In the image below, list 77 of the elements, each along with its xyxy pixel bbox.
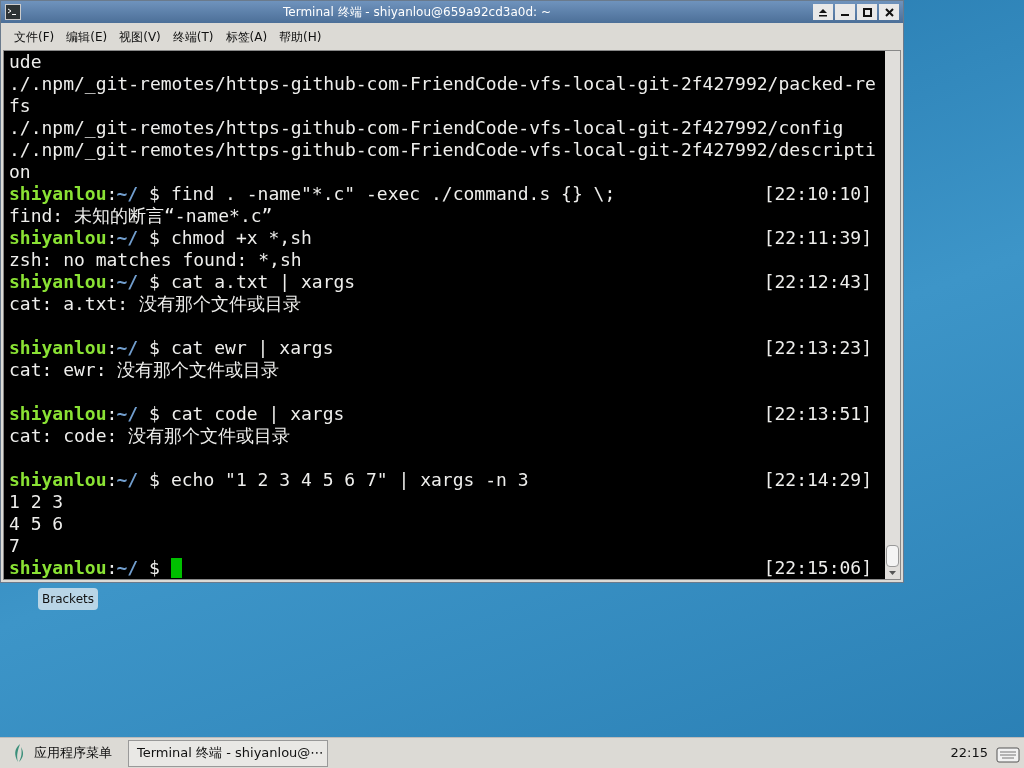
prompt-sign: $ xyxy=(149,337,160,359)
timestamp: [22:10:10] xyxy=(763,183,872,205)
command-text: chmod +x *,sh xyxy=(170,227,312,249)
maximize-icon xyxy=(862,7,872,17)
prompt-user: shiyanlou xyxy=(9,271,107,293)
output-line: fs xyxy=(9,95,31,117)
prompt-separator: : xyxy=(106,469,118,491)
output-line: cat: a.txt: 没有那个文件或目录 xyxy=(9,293,302,315)
prompt-separator: : xyxy=(106,271,118,293)
output-line: ./.npm/_git-remotes/https-github-com-FriendCode-vfs-local-git-2f427992/descripti xyxy=(9,139,876,161)
output-line: ude xyxy=(9,51,42,73)
prompt-path: ~/ xyxy=(116,469,139,491)
output-line: 7 xyxy=(9,535,20,557)
clock: 22:15 xyxy=(950,744,988,763)
timestamp: [22:14:29] xyxy=(763,469,872,491)
leaf-icon xyxy=(12,743,26,763)
timestamp: [22:13:51] xyxy=(763,403,872,425)
prompt-path: ~/ xyxy=(116,337,139,359)
prompt-sign: $ xyxy=(149,183,160,205)
close-icon xyxy=(884,7,894,17)
menu-item[interactable]: 文件(F) xyxy=(9,25,60,48)
output-line: find: 未知的断言“-name*.c” xyxy=(9,205,273,227)
minimize-button[interactable] xyxy=(835,4,855,20)
prompt-separator: : xyxy=(106,183,118,205)
command-text: cat code | xargs xyxy=(170,403,345,425)
prompt-separator: : xyxy=(106,557,118,579)
output-line: on xyxy=(9,161,31,183)
prompt-separator: : xyxy=(106,403,118,425)
menu-item[interactable]: 视图(V) xyxy=(114,25,166,48)
scroll-thumb[interactable] xyxy=(886,545,899,567)
menu-item[interactable]: 帮助(H) xyxy=(274,25,327,48)
prompt-separator: : xyxy=(106,337,118,359)
prompt-path: ~/ xyxy=(116,227,139,249)
prompt-user: shiyanlou xyxy=(9,183,107,205)
command-text: find . -name"*.c" -exec ./command.s {} \; xyxy=(170,183,616,205)
prompt-user: shiyanlou xyxy=(9,403,107,425)
timestamp: [22:15:06] xyxy=(763,557,872,579)
prompt-user: shiyanlou xyxy=(9,227,107,249)
output-line: 1 2 3 xyxy=(9,491,64,513)
prompt-path: ~/ xyxy=(116,557,139,579)
window-title: Terminal 终端 - shiyanlou@659a92cd3a0d: ~ xyxy=(282,4,552,21)
menu-item[interactable]: 标签(A) xyxy=(220,25,273,48)
command-text: echo "1 2 3 4 5 6 7" | xargs -n 3 xyxy=(170,469,529,491)
prompt-user: shiyanlou xyxy=(9,557,107,579)
prompt-sign: $ xyxy=(149,403,160,425)
prompt-path: ~/ xyxy=(116,271,139,293)
desktop-icon-label[interactable]: Brackets xyxy=(38,588,98,610)
taskbar-task-button[interactable]: Terminal 终端 - shiyanlou@⋯ xyxy=(128,739,328,767)
output-line: ./.npm/_git-remotes/https-github-com-FriendCode-vfs-local-git-2f427992/config xyxy=(9,117,844,139)
timestamp: [22:12:43] xyxy=(763,271,872,293)
prompt-sign: $ xyxy=(149,469,160,491)
output-line: ./.npm/_git-remotes/https-github-com-FriendCode-vfs-local-git-2f427992/packed-re xyxy=(9,73,876,95)
maximize-button[interactable] xyxy=(857,4,877,20)
command-text: cat a.txt | xargs xyxy=(170,271,356,293)
prompt-path: ~/ xyxy=(116,403,139,425)
scrollbar[interactable] xyxy=(885,51,900,579)
shade-button[interactable] xyxy=(813,4,833,20)
output-line: 4 5 6 xyxy=(9,513,64,535)
output-line: cat: ewr: 没有那个文件或目录 xyxy=(9,359,280,381)
output-line: cat: code: 没有那个文件或目录 xyxy=(9,425,291,447)
shade-icon xyxy=(818,7,828,17)
output-line: zsh: no matches found: *,sh xyxy=(9,249,302,271)
close-button[interactable] xyxy=(879,4,899,20)
menu-item[interactable]: 编辑(E) xyxy=(61,25,113,48)
prompt-user: shiyanlou xyxy=(9,469,107,491)
prompt-sign: $ xyxy=(149,271,160,293)
menu-item[interactable]: 终端(T) xyxy=(167,25,219,48)
timestamp: [22:11:39] xyxy=(763,227,872,249)
prompt-user: shiyanlou xyxy=(9,337,107,359)
timestamp: [22:13:23] xyxy=(763,337,872,359)
prompt-separator: : xyxy=(106,227,118,249)
command-text: cat ewr | xargs xyxy=(170,337,334,359)
prompt-sign: $ xyxy=(149,557,160,579)
prompt-path: ~/ xyxy=(116,183,139,205)
terminal-icon xyxy=(5,4,21,20)
prompt-sign: $ xyxy=(149,227,160,249)
app-menu-button[interactable]: 应用程序菜单 xyxy=(4,740,120,766)
